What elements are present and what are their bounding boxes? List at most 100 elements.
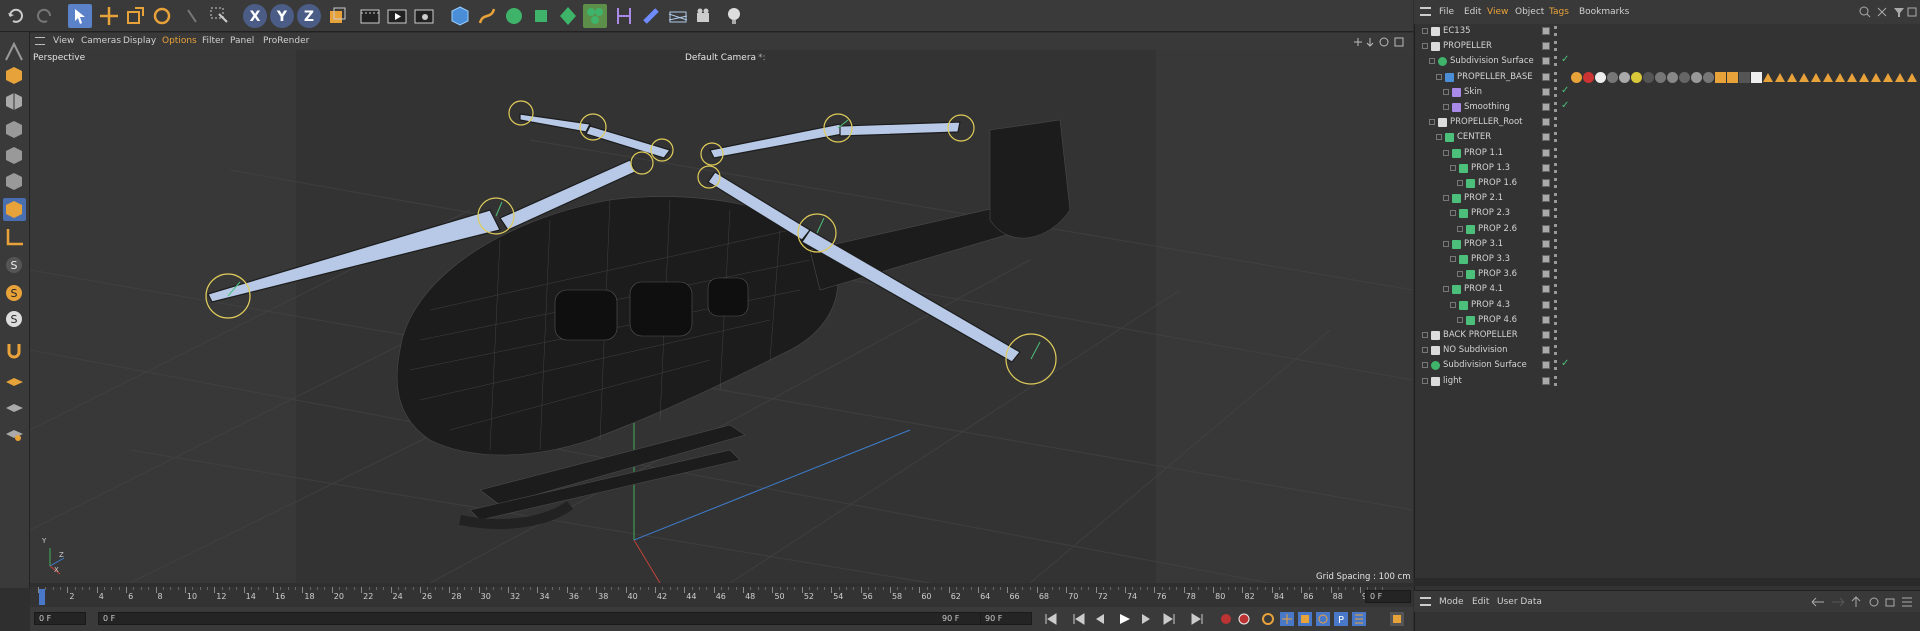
object-name[interactable]: EC135 [1443, 26, 1471, 36]
render-region-icon[interactable] [358, 4, 382, 28]
object-name[interactable]: PROP 2.1 [1464, 193, 1503, 203]
edges-mode-icon[interactable] [3, 144, 26, 167]
object-row[interactable]: PROP 3.3 [1418, 252, 1918, 267]
render-visibility-dots[interactable] [1554, 223, 1557, 234]
editor-visibility-checkbox[interactable] [1542, 270, 1550, 279]
editor-visibility-checkbox[interactable] [1542, 148, 1550, 157]
material-tag-icon[interactable] [1571, 71, 1582, 83]
viewport-nav-icons[interactable] [1350, 36, 1410, 48]
undo-icon[interactable] [4, 4, 28, 28]
object-row[interactable]: PROP 3.6 [1418, 267, 1918, 282]
object-row[interactable]: PROP 4.6 [1418, 313, 1918, 328]
object-name[interactable]: PROP 4.6 [1478, 315, 1517, 325]
editor-visibility-checkbox[interactable] [1542, 331, 1550, 339]
material-tag-icon[interactable] [1607, 71, 1618, 83]
menu-options[interactable]: Options [162, 36, 197, 46]
attribute-hamburger-icon[interactable] [1420, 597, 1431, 606]
y-axis-icon[interactable]: Y [270, 4, 294, 28]
render-visibility-dots[interactable] [1554, 238, 1557, 249]
expand-toggle-icon[interactable] [1457, 316, 1463, 323]
render-visibility-dots[interactable] [1554, 269, 1557, 280]
material-tag-icon[interactable] [1751, 71, 1762, 83]
material-tag-icon[interactable] [1679, 71, 1690, 83]
object-row[interactable]: PROP 1.3 [1418, 161, 1918, 176]
object-name[interactable]: Subdivision Surface [1450, 56, 1534, 66]
enabled-check-icon[interactable]: ✓ [1561, 100, 1569, 111]
locked-workplane-icon[interactable] [3, 420, 26, 443]
expand-toggle-icon[interactable] [1450, 164, 1456, 171]
array-icon[interactable] [583, 4, 607, 28]
viewport-perspective[interactable]: Perspective Default Camera *: Grid Spacin… [30, 50, 1413, 583]
move-tool-icon[interactable] [97, 4, 121, 28]
object-row[interactable]: PROP 2.1 [1418, 191, 1918, 206]
ik-tag-icon[interactable] [1823, 72, 1833, 82]
render-visibility-dots[interactable] [1554, 56, 1557, 67]
render-visibility-dots[interactable] [1554, 299, 1557, 310]
object-name[interactable]: PROP 3.6 [1478, 269, 1517, 279]
rotate-tool-icon[interactable] [150, 4, 174, 28]
editor-visibility-checkbox[interactable] [1542, 72, 1550, 81]
editor-visibility-checkbox[interactable] [1542, 315, 1550, 324]
menu-obj-view[interactable]: View [1487, 7, 1508, 17]
object-row[interactable]: PROP 3.1 [1418, 237, 1918, 252]
enabled-check-icon[interactable]: ✓ [1561, 358, 1569, 369]
editor-visibility-checkbox[interactable] [1542, 209, 1550, 218]
object-name[interactable]: NO Subdivision [1443, 345, 1507, 355]
editor-visibility-checkbox[interactable] [1542, 346, 1550, 355]
expand-toggle-icon[interactable] [1429, 58, 1435, 65]
start-frame-field[interactable]: 0 F [34, 612, 86, 625]
object-row[interactable]: Smoothing ✓ [1418, 100, 1918, 115]
scene-canvas[interactable] [30, 50, 1413, 583]
render-visibility-dots[interactable] [1554, 360, 1557, 371]
select-tool-icon[interactable] [68, 4, 92, 28]
editor-visibility-checkbox[interactable] [1542, 42, 1550, 51]
material-tag-icon[interactable] [1691, 71, 1702, 83]
editor-visibility-checkbox[interactable] [1542, 163, 1550, 172]
material-tag-icon[interactable] [1667, 71, 1678, 83]
render-visibility-dots[interactable] [1554, 178, 1557, 188]
ik-tag-icon[interactable] [1835, 72, 1845, 82]
material-tag-icon[interactable] [1715, 71, 1726, 83]
ik-tag-icon[interactable] [1799, 72, 1809, 82]
expand-toggle-icon[interactable] [1450, 301, 1456, 308]
object-row[interactable]: PROP 1.1 [1418, 146, 1918, 161]
menu-cameras[interactable]: Cameras [81, 36, 121, 46]
menu-tags[interactable]: Tags [1549, 7, 1569, 17]
object-name[interactable]: PROP 4.3 [1471, 300, 1510, 310]
expand-toggle-icon[interactable] [1457, 180, 1463, 186]
object-name[interactable]: PROPELLER_BASE [1457, 72, 1533, 82]
editor-visibility-checkbox[interactable] [1542, 285, 1550, 294]
editor-visibility-checkbox[interactable] [1542, 194, 1550, 203]
material-tag-icon[interactable] [1583, 71, 1594, 83]
expand-toggle-icon[interactable] [1443, 88, 1449, 95]
make-editable-icon[interactable] [3, 40, 26, 63]
expand-toggle-icon[interactable] [1422, 362, 1428, 369]
expand-toggle-icon[interactable] [1429, 119, 1435, 126]
object-row[interactable]: PROP 4.1 [1418, 282, 1918, 297]
ik-tag-icon[interactable] [1907, 72, 1917, 82]
menu-attr-edit[interactable]: Edit [1472, 597, 1489, 607]
editor-visibility-checkbox[interactable] [1542, 239, 1550, 248]
object-row[interactable]: PROPELLER [1418, 39, 1918, 54]
material-tag-icon[interactable] [1727, 71, 1738, 83]
editor-visibility-checkbox[interactable] [1542, 255, 1550, 263]
object-name[interactable]: PROP 3.1 [1464, 239, 1503, 249]
attribute-nav-icons[interactable] [1810, 595, 1916, 609]
object-name[interactable]: PROPELLER_Root [1450, 117, 1522, 127]
render-visibility-dots[interactable] [1554, 147, 1557, 158]
render-visibility-dots[interactable] [1554, 117, 1557, 128]
editor-visibility-checkbox[interactable] [1542, 224, 1550, 233]
object-row[interactable]: Subdivision Surface ✓ [1418, 54, 1918, 69]
expand-toggle-icon[interactable] [1457, 225, 1463, 232]
subdivision-generator-icon[interactable] [502, 4, 526, 28]
expand-toggle-icon[interactable] [1422, 377, 1428, 384]
editor-visibility-checkbox[interactable] [1542, 57, 1550, 66]
coordinate-system-icon[interactable] [325, 4, 349, 28]
material-tag-icon[interactable] [1643, 71, 1654, 83]
timeline-playhead[interactable] [39, 589, 45, 605]
workplane-icon[interactable] [3, 368, 26, 391]
render-settings-icon[interactable] [412, 4, 436, 28]
object-row[interactable]: PROPELLER_Root [1418, 115, 1918, 130]
render-visibility-dots[interactable] [1554, 102, 1557, 112]
cloner-icon[interactable] [556, 4, 580, 28]
